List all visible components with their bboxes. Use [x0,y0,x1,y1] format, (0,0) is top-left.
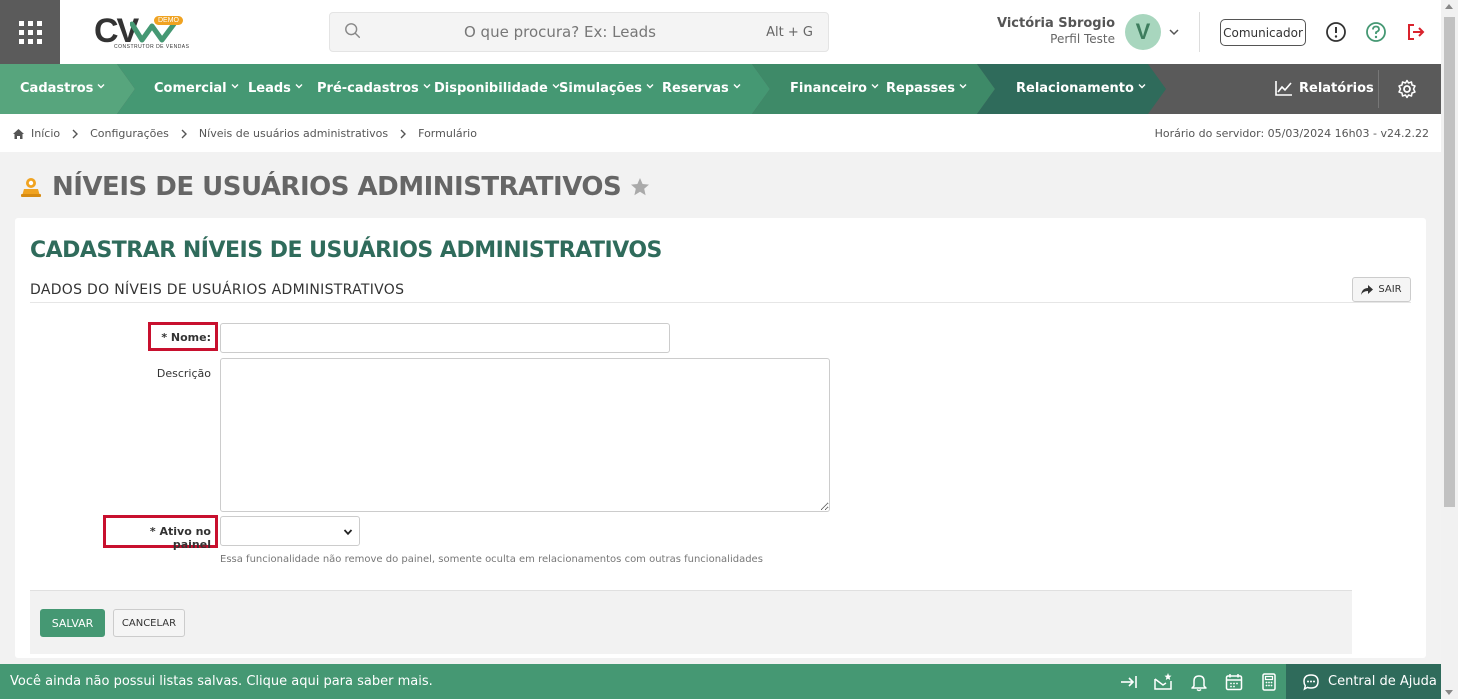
chevron-down-icon [733,84,741,89]
grid-icon [18,20,42,44]
chevron-right-icon [181,129,187,138]
chevron-down-icon [1138,84,1146,89]
info-icon[interactable] [1325,21,1347,43]
section-divider [30,302,1411,303]
chevron-down-icon [959,84,967,89]
search-input[interactable] [370,13,750,51]
help-center-label: Central de Ajuda [1328,674,1437,689]
scroll-up-arrow-icon[interactable] [1445,4,1453,9]
user-levels-icon [21,178,41,197]
chevron-right-icon [400,129,407,138]
calendar-icon[interactable] [1224,672,1244,692]
breadcrumb-home[interactable]: Início [31,127,60,140]
apps-menu-button[interactable] [0,0,60,64]
active-help-text: Essa funcionalidade não remove do painel… [220,554,763,565]
nav-reservas[interactable]: Reservas [662,81,741,96]
chevron-down-icon [97,84,105,89]
logo-demo-badge: DEMO [154,16,183,25]
description-label: Descrição [156,367,211,380]
server-time: Horário do servidor: 05/03/2024 16h03 - … [1154,127,1429,140]
nav-reports[interactable]: Relatórios [1275,80,1374,96]
nav-cadastros[interactable]: Cadastros [20,81,105,96]
save-button[interactable]: SALVAR [40,609,105,637]
nav-comercial[interactable]: Comercial [154,81,239,96]
page-title: NÍVEIS DE USUÁRIOS ADMINISTRATIVOS [52,172,622,202]
line-chart-icon [1275,81,1292,96]
nav-repasses[interactable]: Repasses [886,81,967,96]
nav-pre-cadastros[interactable]: Pré-cadastros [317,81,431,96]
breadcrumb-configuracoes[interactable]: Configurações [90,127,169,140]
user-role: Perfil Teste [1050,32,1115,46]
breadcrumb-bar: Início Configurações Níveis de usuários … [0,114,1441,152]
collapse-right-icon[interactable] [1119,672,1139,692]
help-center-button[interactable]: Central de Ajuda [1286,664,1441,699]
page-header: NÍVEIS DE USUÁRIOS ADMINISTRATIVOS [18,172,651,202]
calculator-icon[interactable] [1259,672,1279,692]
favorite-mail-icon[interactable] [1153,672,1173,692]
nav-relacionamento[interactable]: Relacionamento [1016,81,1146,96]
chevron-down-icon [423,84,431,89]
search-icon [345,23,361,39]
form-actions: SALVAR CANCELAR [30,590,1352,654]
share-arrow-icon [1361,284,1374,295]
logout-icon[interactable] [1405,21,1427,43]
nav-divider [1378,70,1379,108]
breadcrumb-niveis[interactable]: Níveis de usuários administrativos [199,127,388,140]
card-title: CADASTRAR NÍVEIS DE USUÁRIOS ADMINISTRAT… [30,238,662,263]
chevron-down-icon [295,84,303,89]
global-search: Alt + G [329,12,829,52]
gear-icon[interactable] [1397,79,1417,99]
chevron-down-icon[interactable] [1168,26,1180,38]
description-textarea[interactable] [220,358,830,512]
nav-simulacoes[interactable]: Simulações [559,81,654,96]
nav-leads[interactable]: Leads [248,81,303,96]
saved-lists-message[interactable]: Você ainda não possui listas salvas. Cli… [10,674,433,689]
active-label: * Ativo no painel [149,525,211,551]
header-divider [1199,12,1200,52]
breadcrumb-formulario: Formulário [418,127,477,140]
star-icon[interactable] [629,176,651,198]
top-header: CV DEMO CONSTRUTOR DE VENDAS Alt + G Vic… [0,0,1441,64]
cancel-button[interactable]: CANCELAR [113,609,185,637]
scroll-down-arrow-icon[interactable] [1445,690,1453,695]
nav-disponibilidade[interactable]: Disponibilidade [434,81,560,96]
home-icon[interactable] [12,128,25,140]
nav-reports-label: Relatórios [1299,80,1374,96]
bell-icon[interactable] [1189,672,1209,692]
nav-financeiro[interactable]: Financeiro [790,81,879,96]
form-card: CADASTRAR NÍVEIS DE USUÁRIOS ADMINISTRAT… [15,218,1426,658]
chevron-down-icon [871,84,879,89]
name-label: * Nome: [161,331,211,344]
exit-label: SAIR [1378,284,1402,295]
avatar[interactable]: V [1125,14,1161,50]
active-select[interactable] [220,516,360,546]
communicator-button[interactable]: Comunicador [1220,19,1306,46]
chat-icon [1303,673,1319,690]
chevron-down-icon [231,84,239,89]
chevron-right-icon [72,129,79,138]
help-icon[interactable] [1365,21,1387,43]
logo[interactable]: CV DEMO CONSTRUTOR DE VENDAS [92,10,192,54]
exit-button[interactable]: SAIR [1352,277,1411,302]
footer-bar: Você ainda não possui listas salvas. Cli… [0,664,1441,699]
breadcrumb: Início Configurações Níveis de usuários … [12,127,477,140]
logo-subtitle: CONSTRUTOR DE VENDAS [114,44,190,50]
chevron-down-icon [343,529,353,536]
section-title: DADOS DO NÍVEIS DE USUÁRIOS ADMINISTRATI… [30,282,405,298]
main-nav: Cadastros Comercial Leads Pré-cadastros … [0,64,1441,114]
chevron-down-icon [646,84,654,89]
user-name[interactable]: Victória Sbrogio [997,16,1115,31]
page-scrollbar[interactable] [1441,0,1458,699]
scroll-thumb[interactable] [1444,17,1455,507]
search-shortcut: Alt + G [766,25,813,40]
name-input[interactable] [220,323,670,353]
